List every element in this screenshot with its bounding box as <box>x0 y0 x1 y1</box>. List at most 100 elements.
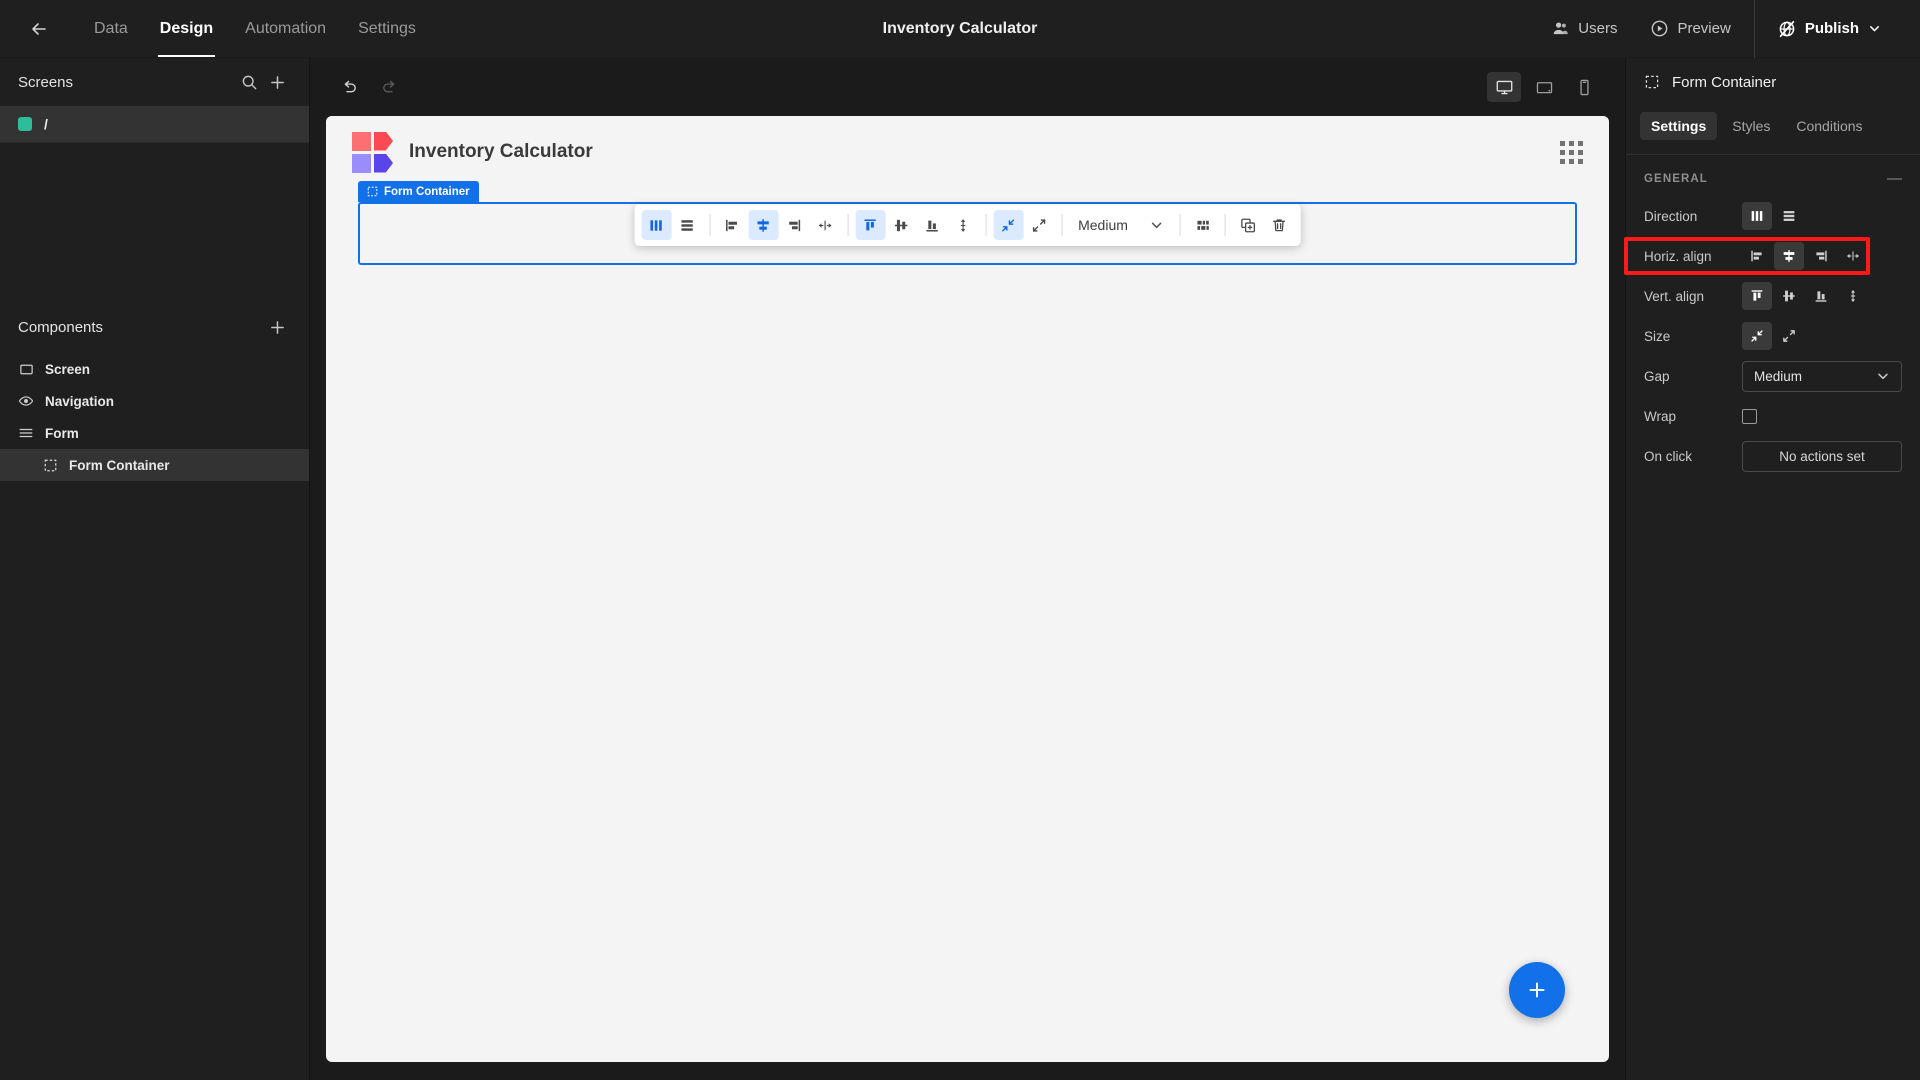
component-item-form[interactable]: Form <box>0 417 309 449</box>
device-mobile-button[interactable] <box>1567 72 1601 102</box>
direction-rows-button[interactable] <box>1774 202 1804 230</box>
users-button[interactable]: Users <box>1535 0 1634 57</box>
property-on-click: On click No actions set <box>1626 436 1920 476</box>
canvas-wrapper: Inventory Calculator Form Container ? <box>310 116 1625 1080</box>
property-label: Vert. align <box>1644 288 1705 304</box>
halign-center-button[interactable] <box>1774 242 1804 270</box>
grid-dots-icon[interactable] <box>1560 140 1583 164</box>
divider <box>1061 214 1063 236</box>
tab-styles[interactable]: Styles <box>1721 112 1781 140</box>
preview-nav-bar: Inventory Calculator <box>326 116 1609 188</box>
form-container-badge[interactable]: Form Container <box>358 181 479 202</box>
halign-space-between-button[interactable] <box>1838 242 1868 270</box>
align-left-icon <box>726 219 738 231</box>
add-component-fab[interactable] <box>1509 962 1565 1018</box>
app-root: Data Design Automation Settings Inventor… <box>0 0 1920 1080</box>
property-control: No actions set <box>1742 440 1902 472</box>
users-icon <box>1553 22 1569 35</box>
back-button[interactable] <box>22 12 56 46</box>
component-icon <box>1197 220 1209 230</box>
toolbar-halign-space-between[interactable] <box>810 210 840 240</box>
logo-right-col <box>374 131 393 173</box>
screens-add-button[interactable] <box>263 68 291 96</box>
logo-left-col <box>352 131 371 173</box>
screen-color-dot <box>18 117 32 131</box>
columns-icon <box>650 219 662 231</box>
valign-bottom-button[interactable] <box>1806 282 1836 310</box>
valign-middle-icon <box>1783 290 1795 302</box>
toolbar-component-button[interactable] <box>1188 210 1218 240</box>
component-item-navigation[interactable]: Navigation <box>0 385 309 417</box>
toolbar-valign-stretch[interactable] <box>948 210 978 240</box>
component-item-label: Navigation <box>45 393 115 409</box>
form-container-badge-label: Form Container <box>384 185 470 198</box>
tab-settings[interactable]: Settings <box>342 0 432 57</box>
toolbar-halign-right[interactable] <box>779 210 809 240</box>
preview-button[interactable]: Preview <box>1634 0 1747 57</box>
property-vert-align: Vert. align <box>1626 276 1920 316</box>
toolbar-valign-bottom[interactable] <box>917 210 947 240</box>
desktop-icon <box>1496 80 1512 94</box>
screens-search-button[interactable] <box>235 68 263 96</box>
redo-button[interactable] <box>374 72 404 102</box>
toolbar-direction-columns[interactable] <box>641 210 672 240</box>
publish-button[interactable]: Publish <box>1761 0 1898 57</box>
size-grow-button[interactable] <box>1774 322 1804 350</box>
tab-conditions[interactable]: Conditions <box>1785 112 1873 140</box>
toolbar-delete-button[interactable] <box>1264 210 1294 240</box>
redo-icon <box>382 80 394 92</box>
toolbar-halign-center[interactable] <box>748 210 779 240</box>
toolbar-size-grow[interactable] <box>1024 210 1054 240</box>
container-dashed-icon <box>367 186 378 197</box>
toolbar-duplicate-button[interactable] <box>1233 210 1263 240</box>
valign-middle-button[interactable] <box>1774 282 1804 310</box>
general-section-title: GENERAL <box>1644 172 1708 185</box>
center-area: Inventory Calculator Form Container ? <box>310 58 1625 1080</box>
grow-icon <box>1032 218 1046 232</box>
align-left-icon <box>1751 250 1762 262</box>
property-control <box>1742 322 1902 350</box>
component-item-screen[interactable]: Screen <box>0 353 309 385</box>
valign-top-button[interactable] <box>1742 282 1772 310</box>
components-add-button[interactable] <box>263 313 291 341</box>
toolbar-halign-left[interactable] <box>717 210 747 240</box>
components-header: Components <box>0 303 309 351</box>
toolbar-valign-middle[interactable] <box>886 210 916 240</box>
property-label: Size <box>1644 328 1671 344</box>
size-shrink-button[interactable] <box>1742 322 1772 350</box>
tab-data[interactable]: Data <box>78 0 144 57</box>
gap-dropdown[interactable]: Medium <box>1742 360 1902 392</box>
preview-app-name: Inventory Calculator <box>409 141 593 162</box>
toolbar-valign-top[interactable] <box>855 210 886 240</box>
direction-columns-button[interactable] <box>1742 202 1772 230</box>
toolbar-size-shrink[interactable] <box>993 210 1024 240</box>
component-item-form-container[interactable]: Form Container <box>0 449 309 481</box>
minus-icon[interactable]: — <box>1887 171 1902 186</box>
property-size: Size <box>1626 316 1920 356</box>
tab-automation[interactable]: Automation <box>229 0 342 57</box>
undo-button[interactable] <box>334 72 364 102</box>
property-direction: Direction <box>1626 196 1920 236</box>
halign-right-button[interactable] <box>1806 242 1836 270</box>
halign-left-button[interactable] <box>1742 242 1772 270</box>
on-click-actions-button[interactable]: No actions set <box>1742 440 1902 472</box>
valign-stretch-button[interactable] <box>1838 282 1868 310</box>
container-dashed-icon <box>1644 74 1660 90</box>
screens-title: Screens <box>18 73 74 91</box>
left-panel: Screens / Components Screen Navigation F… <box>0 58 310 1080</box>
tab-design[interactable]: Design <box>144 0 229 57</box>
divider <box>985 214 987 236</box>
tab-settings[interactable]: Settings <box>1640 112 1718 140</box>
components-tree: Screen Navigation Form Form Container <box>0 351 309 481</box>
valign-middle-icon <box>894 219 908 231</box>
toolbar-gap-dropdown[interactable]: Medium <box>1069 210 1173 240</box>
toolbar-direction-rows[interactable] <box>672 210 702 240</box>
component-item-label: Form Container <box>69 457 170 473</box>
screen-item-root[interactable]: / <box>0 106 309 142</box>
device-desktop-button[interactable] <box>1487 72 1521 102</box>
wrap-checkbox[interactable] <box>1742 408 1757 424</box>
globe-slash-icon <box>1779 20 1795 37</box>
device-tablet-button[interactable] <box>1527 72 1561 102</box>
logo-shape-bottom-left <box>352 153 371 173</box>
eye-icon <box>18 393 34 409</box>
